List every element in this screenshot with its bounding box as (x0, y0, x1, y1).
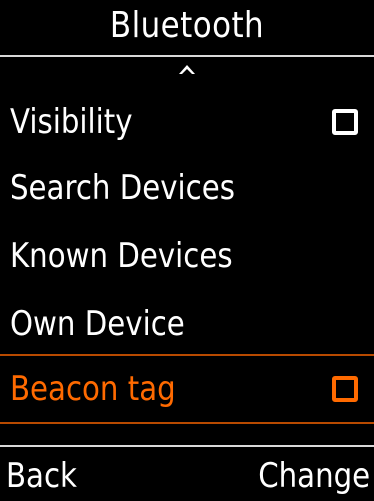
menu-item-label: Search Devices (10, 168, 235, 208)
change-button[interactable]: Change (258, 452, 370, 500)
back-button[interactable]: Back (6, 452, 77, 500)
menu-item-known-devices[interactable]: Known Devices (0, 222, 374, 290)
menu-item-beacon-tag[interactable]: Beacon tag (0, 356, 374, 422)
beacon-tag-checkbox[interactable] (332, 376, 358, 402)
menu-item-label: Own Device (10, 304, 185, 344)
menu-item-own-device[interactable]: Own Device (0, 290, 374, 358)
menu-item-visibility[interactable]: Visibility (0, 88, 374, 156)
page-title: Bluetooth (109, 5, 265, 46)
menu-item-label: Known Devices (10, 236, 233, 276)
softkey-divider (0, 445, 374, 447)
bluetooth-menu-screen: Bluetooth Visibility Search Devices Know… (0, 0, 374, 501)
visibility-checkbox[interactable] (332, 109, 358, 135)
chevron-up-icon[interactable] (177, 62, 197, 76)
menu-item-label: Beacon tag (10, 369, 176, 409)
menu-item-label: Visibility (10, 102, 133, 142)
menu-item-search-devices[interactable]: Search Devices (0, 154, 374, 222)
title-divider (0, 55, 374, 57)
selection-bottom-border (0, 422, 374, 424)
